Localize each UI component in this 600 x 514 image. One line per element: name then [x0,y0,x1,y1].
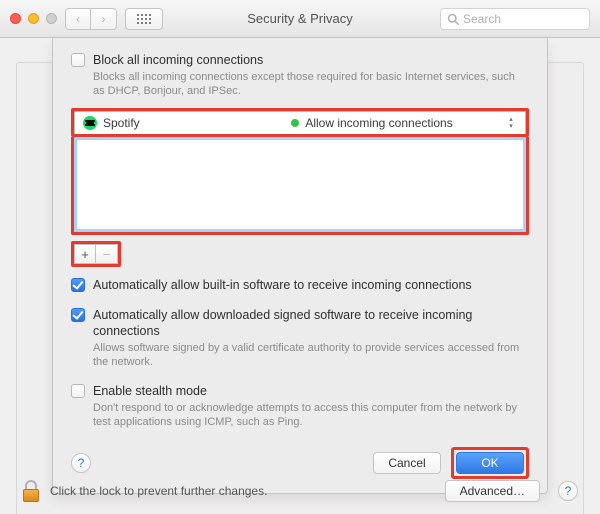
stealth-row: Enable stealth mode Don't respond to or … [71,383,529,429]
app-status-select[interactable]: Allow incoming connections ▴▾ [291,116,517,130]
block-all-checkbox[interactable] [71,53,85,67]
auto-signed-sub: Allows software signed by a valid certif… [93,341,529,369]
cancel-button[interactable]: Cancel [373,452,441,474]
zoom-window-button[interactable] [46,13,57,24]
stealth-label: Enable stealth mode [93,383,529,399]
remove-app-button[interactable]: − [96,244,118,264]
grid-icon [137,14,151,24]
lock-text: Click the lock to prevent further change… [50,484,267,498]
ok-label: OK [481,456,498,470]
auto-builtin-row: Automatically allow built-in software to… [71,277,529,293]
highlight-ok: OK [451,447,529,479]
firewall-options-sheet: Block all incoming connections Blocks al… [52,38,548,494]
minus-icon: − [103,247,111,262]
help-button[interactable]: ? [71,453,91,473]
nav-back-forward: ‹ › [65,8,117,30]
auto-signed-row: Automatically allow downloaded signed so… [71,307,529,369]
add-remove-group: + − [71,241,529,267]
chevron-left-icon: ‹ [76,12,80,26]
search-input[interactable] [463,12,583,26]
minimize-window-button[interactable] [28,13,39,24]
add-app-button[interactable]: + [74,244,96,264]
sheet-footer: ? Cancel OK [71,447,529,479]
app-status-label: Allow incoming connections [305,116,452,130]
back-button[interactable]: ‹ [65,8,91,30]
block-all-label: Block all incoming connections [93,52,529,68]
auto-builtin-checkbox[interactable] [71,278,85,292]
advanced-label: Advanced… [460,484,525,498]
forward-button[interactable]: › [91,8,117,30]
block-all-sub: Blocks all incoming connections except t… [93,70,529,98]
auto-builtin-label: Automatically allow built-in software to… [93,277,472,293]
app-name: Spotify [103,116,140,130]
search-icon [447,13,459,25]
status-dot-icon [291,119,299,127]
plus-icon: + [81,247,89,262]
search-field[interactable] [440,8,590,30]
question-icon: ? [565,484,572,498]
app-list-body[interactable] [71,137,529,235]
advanced-button[interactable]: Advanced… [445,480,540,502]
auto-signed-label: Automatically allow downloaded signed so… [93,307,529,339]
block-all-row: Block all incoming connections Blocks al… [71,52,529,98]
highlight-app-row: Spotify Allow incoming connections ▴▾ [71,108,529,137]
pane-help-button[interactable]: ? [558,481,578,501]
cancel-label: Cancel [388,456,425,470]
auto-signed-checkbox[interactable] [71,308,85,322]
lock-icon[interactable] [22,480,40,502]
titlebar: ‹ › Security & Privacy [0,0,600,38]
close-window-button[interactable] [10,13,21,24]
main-area: Block all incoming connections Blocks al… [0,38,600,514]
popup-arrows-icon: ▴▾ [505,117,517,130]
app-list: Spotify Allow incoming connections ▴▾ [71,108,529,235]
show-all-button[interactable] [125,8,163,30]
spotify-icon [83,116,97,130]
app-list-row[interactable]: Spotify Allow incoming connections ▴▾ [74,111,526,134]
window-controls [10,13,57,24]
highlight-add-remove: + − [71,241,121,267]
question-icon: ? [78,456,85,470]
lock-row: Click the lock to prevent further change… [22,480,578,502]
stealth-sub: Don't respond to or acknowledge attempts… [93,401,529,429]
chevron-right-icon: › [102,12,106,26]
ok-button[interactable]: OK [456,452,524,474]
stealth-checkbox[interactable] [71,384,85,398]
